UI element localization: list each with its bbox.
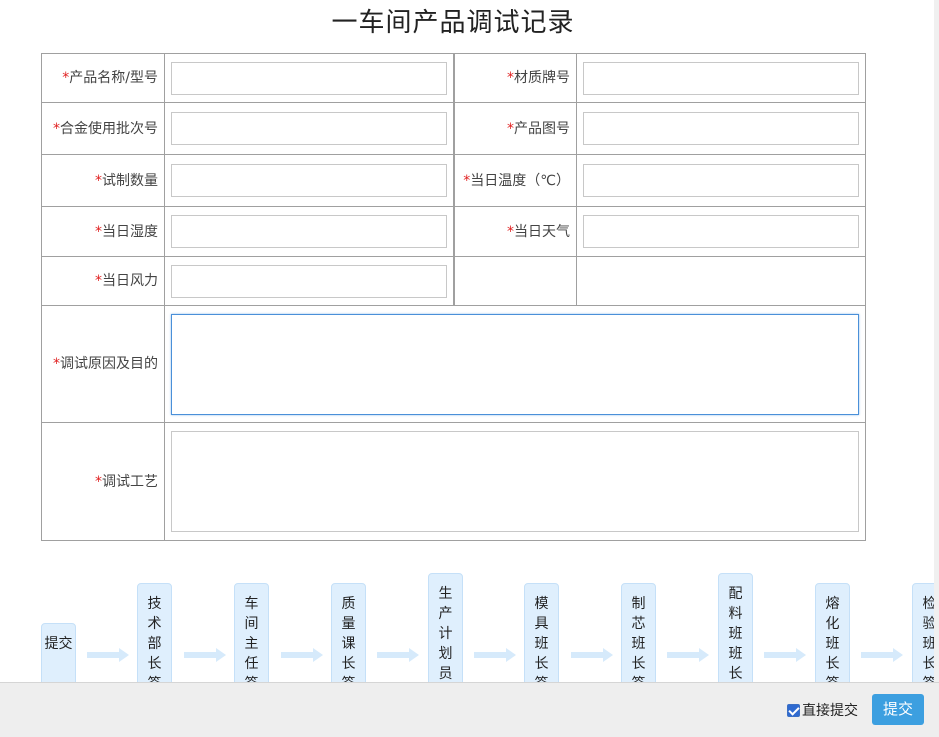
flow-arrow-icon — [667, 648, 709, 662]
weather-input[interactable] — [583, 215, 859, 248]
checkbox-checked-icon[interactable] — [787, 703, 800, 717]
empty-label-cell — [452, 256, 577, 306]
trial-record-form: *产品名称/型号 *材质牌号 *合金使用批次号 *产品图号 *试制数量 *当日温… — [41, 53, 866, 541]
flow-arrow-icon — [377, 648, 419, 662]
reason-textarea[interactable] — [171, 313, 859, 415]
material-input[interactable] — [583, 61, 859, 95]
process-textarea[interactable] — [171, 431, 859, 532]
flow-node-label: 模具班长签 — [534, 596, 549, 682]
alloy-batch-input[interactable] — [171, 112, 447, 145]
alloy-batch-label: *合金使用批次号 — [41, 102, 165, 155]
flow-arrow-icon — [764, 648, 806, 662]
reason-label: *调试原因及目的 — [41, 305, 165, 423]
flow-arrow-icon — [184, 648, 226, 662]
flow-node-label: 生产计划员 — [438, 586, 453, 682]
trial-qty-input[interactable] — [171, 164, 447, 197]
weather-label: *当日天气 — [452, 206, 577, 257]
temperature-label: *当日温度（℃） — [452, 154, 577, 207]
flow-node-melting-leader[interactable]: 熔化班长签 — [815, 583, 850, 682]
process-label: *调试工艺 — [41, 422, 165, 541]
flow-node-label: 配料班班长 — [728, 586, 743, 682]
flow-node-label: 提交 — [44, 636, 73, 652]
footer-bar: 直接提交 提交 — [0, 682, 939, 737]
wind-label: *当日风力 — [41, 256, 165, 306]
flow-node-submit[interactable]: 提交 — [41, 623, 76, 682]
flow-node-label: 制芯班长签 — [631, 596, 646, 682]
flow-node-mold-leader[interactable]: 模具班长签 — [524, 583, 559, 682]
trial-qty-label: *试制数量 — [41, 154, 165, 207]
humidity-input[interactable] — [171, 215, 447, 248]
drawing-no-input[interactable] — [583, 112, 859, 145]
humidity-label: *当日湿度 — [41, 206, 165, 257]
flow-node-workshop-director[interactable]: 车间主任签 — [234, 583, 269, 682]
approval-flow: 提交 技术部长签 车间主任签 质量课长签 生产计划员 模具班长签 制芯班长签 配… — [0, 560, 939, 682]
wind-input[interactable] — [171, 264, 447, 298]
flow-arrow-icon — [571, 648, 613, 662]
flow-node-label: 车间主任签 — [244, 596, 259, 682]
product-name-input[interactable] — [171, 61, 447, 95]
vertical-scrollbar[interactable] — [934, 0, 939, 682]
flow-node-tech-director[interactable]: 技术部长签 — [137, 583, 172, 682]
empty-field-cell — [576, 256, 866, 306]
temperature-input[interactable] — [583, 164, 859, 197]
flow-arrow-icon — [474, 648, 516, 662]
flow-node-batching-leader[interactable]: 配料班班长 — [718, 573, 753, 682]
flow-arrow-icon — [87, 648, 129, 662]
flow-node-quality-chief[interactable]: 质量课长签 — [331, 583, 366, 682]
flow-node-planner[interactable]: 生产计划员 — [428, 573, 463, 682]
flow-arrow-icon — [281, 648, 323, 662]
drawing-no-label: *产品图号 — [452, 102, 577, 155]
material-label: *材质牌号 — [452, 53, 577, 103]
direct-submit-label: 直接提交 — [802, 703, 858, 719]
flow-node-label: 质量课长签 — [341, 596, 356, 682]
flow-node-core-leader[interactable]: 制芯班长签 — [621, 583, 656, 682]
flow-node-label: 技术部长签 — [147, 596, 162, 682]
flow-node-label: 熔化班长签 — [825, 596, 840, 682]
flow-arrow-icon — [861, 648, 903, 662]
direct-submit-toggle[interactable]: 直接提交 — [787, 700, 858, 720]
page-title: 一车间产品调试记录 — [331, 8, 575, 38]
submit-button[interactable]: 提交 — [872, 694, 924, 725]
product-name-label: *产品名称/型号 — [41, 53, 165, 103]
